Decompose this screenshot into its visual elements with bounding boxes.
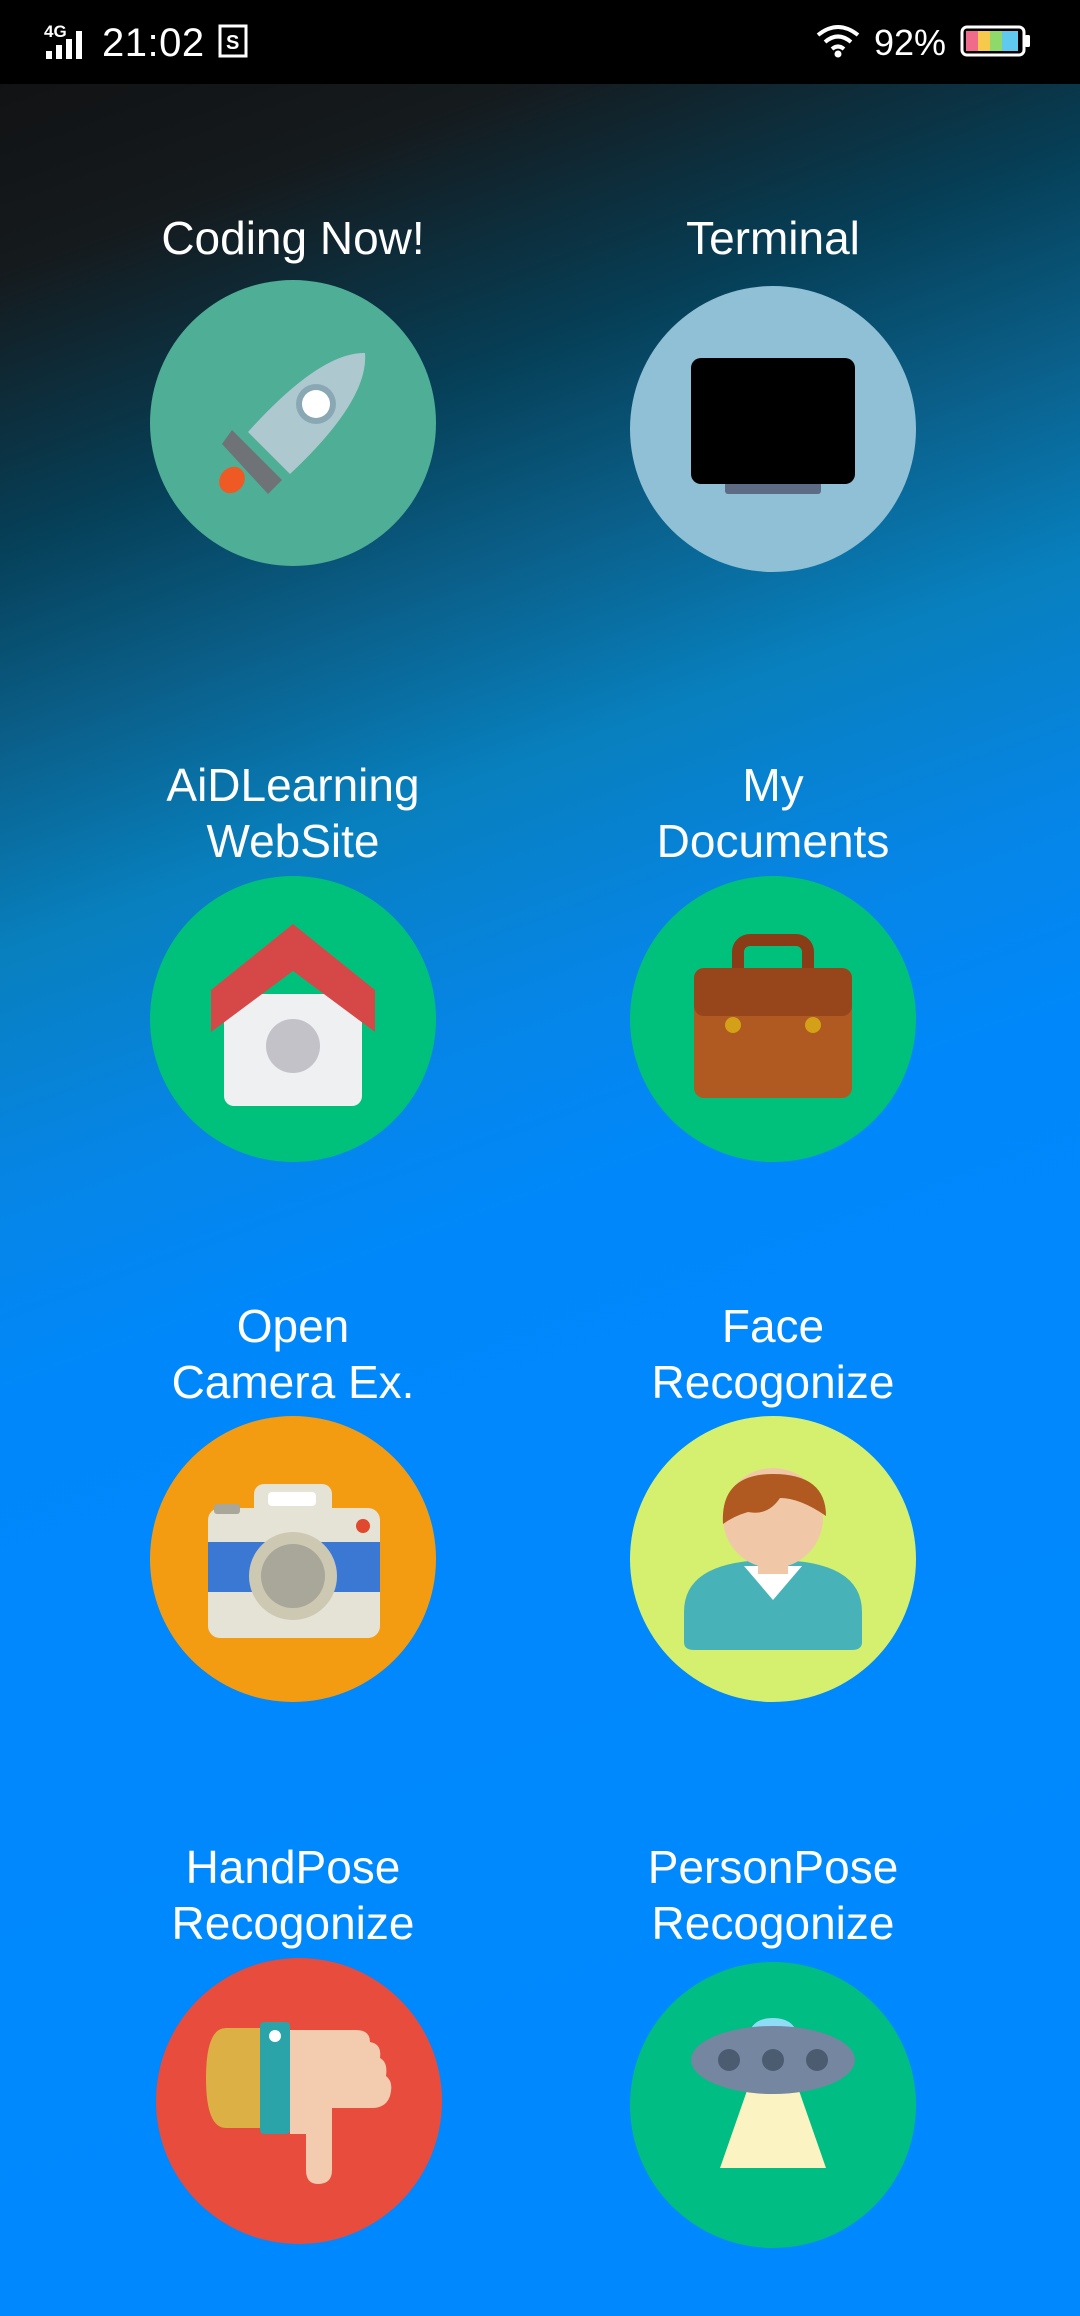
app-label: Open Camera Ex. <box>171 1300 415 1408</box>
rocket-icon <box>219 352 366 494</box>
app-icon-circle[interactable] <box>630 876 916 1162</box>
signal-icon: 4G <box>44 21 90 66</box>
app-aidlearning-website[interactable]: AiDLearning WebSite <box>113 757 473 1177</box>
house-icon <box>211 924 375 1106</box>
app-personpose-recognize[interactable]: PersonPose Recogonize <box>593 1839 953 2259</box>
app-open-camera[interactable]: Open Camera Ex. <box>113 1298 473 1718</box>
app-icon-circle[interactable] <box>156 1958 442 2244</box>
app-label: HandPose Recogonize <box>171 1841 415 1949</box>
battery-percent: 92% <box>873 22 946 63</box>
person-icon <box>684 1468 862 1650</box>
app-label: Face Recogonize <box>651 1300 895 1408</box>
app-icon-circle[interactable] <box>150 876 436 1162</box>
app-label: Coding Now! <box>161 212 425 264</box>
camera-icon <box>208 1484 380 1638</box>
app-label: AiDLearning WebSite <box>166 759 420 867</box>
clock: 21:02 <box>102 20 205 65</box>
app-icon-circle[interactable] <box>150 1416 436 1702</box>
app-terminal[interactable]: Terminal <box>593 210 953 572</box>
app-label: PersonPose Recogonize <box>647 1841 899 1949</box>
app-icon-circle[interactable] <box>630 1416 916 1702</box>
status-bar: 4G 21:02 S 92% <box>0 0 1080 84</box>
svg-text:4G: 4G <box>44 22 67 41</box>
battery-icon <box>960 24 1032 63</box>
app-icon-circle[interactable] <box>630 1962 916 2248</box>
app-handpose-recognize[interactable]: HandPose Recogonize <box>113 1839 473 2259</box>
app-my-documents[interactable]: My Documents <box>593 757 953 1177</box>
monitor-icon <box>691 358 855 494</box>
app-coding-now[interactable]: Coding Now! <box>113 210 473 570</box>
app-icon-circle[interactable] <box>150 280 436 566</box>
ufo-icon <box>691 2018 855 2168</box>
wifi-icon <box>816 23 860 64</box>
app-label: My Documents <box>656 759 890 867</box>
briefcase-icon <box>694 934 852 1098</box>
thumbs-down-icon <box>206 2022 392 2184</box>
app-icon-circle[interactable] <box>630 286 916 572</box>
svg-text:S: S <box>226 32 239 54</box>
screenshot-icon: S <box>217 23 249 64</box>
app-label: Terminal <box>686 212 860 264</box>
app-face-recognize[interactable]: Face Recogonize <box>593 1298 953 1718</box>
